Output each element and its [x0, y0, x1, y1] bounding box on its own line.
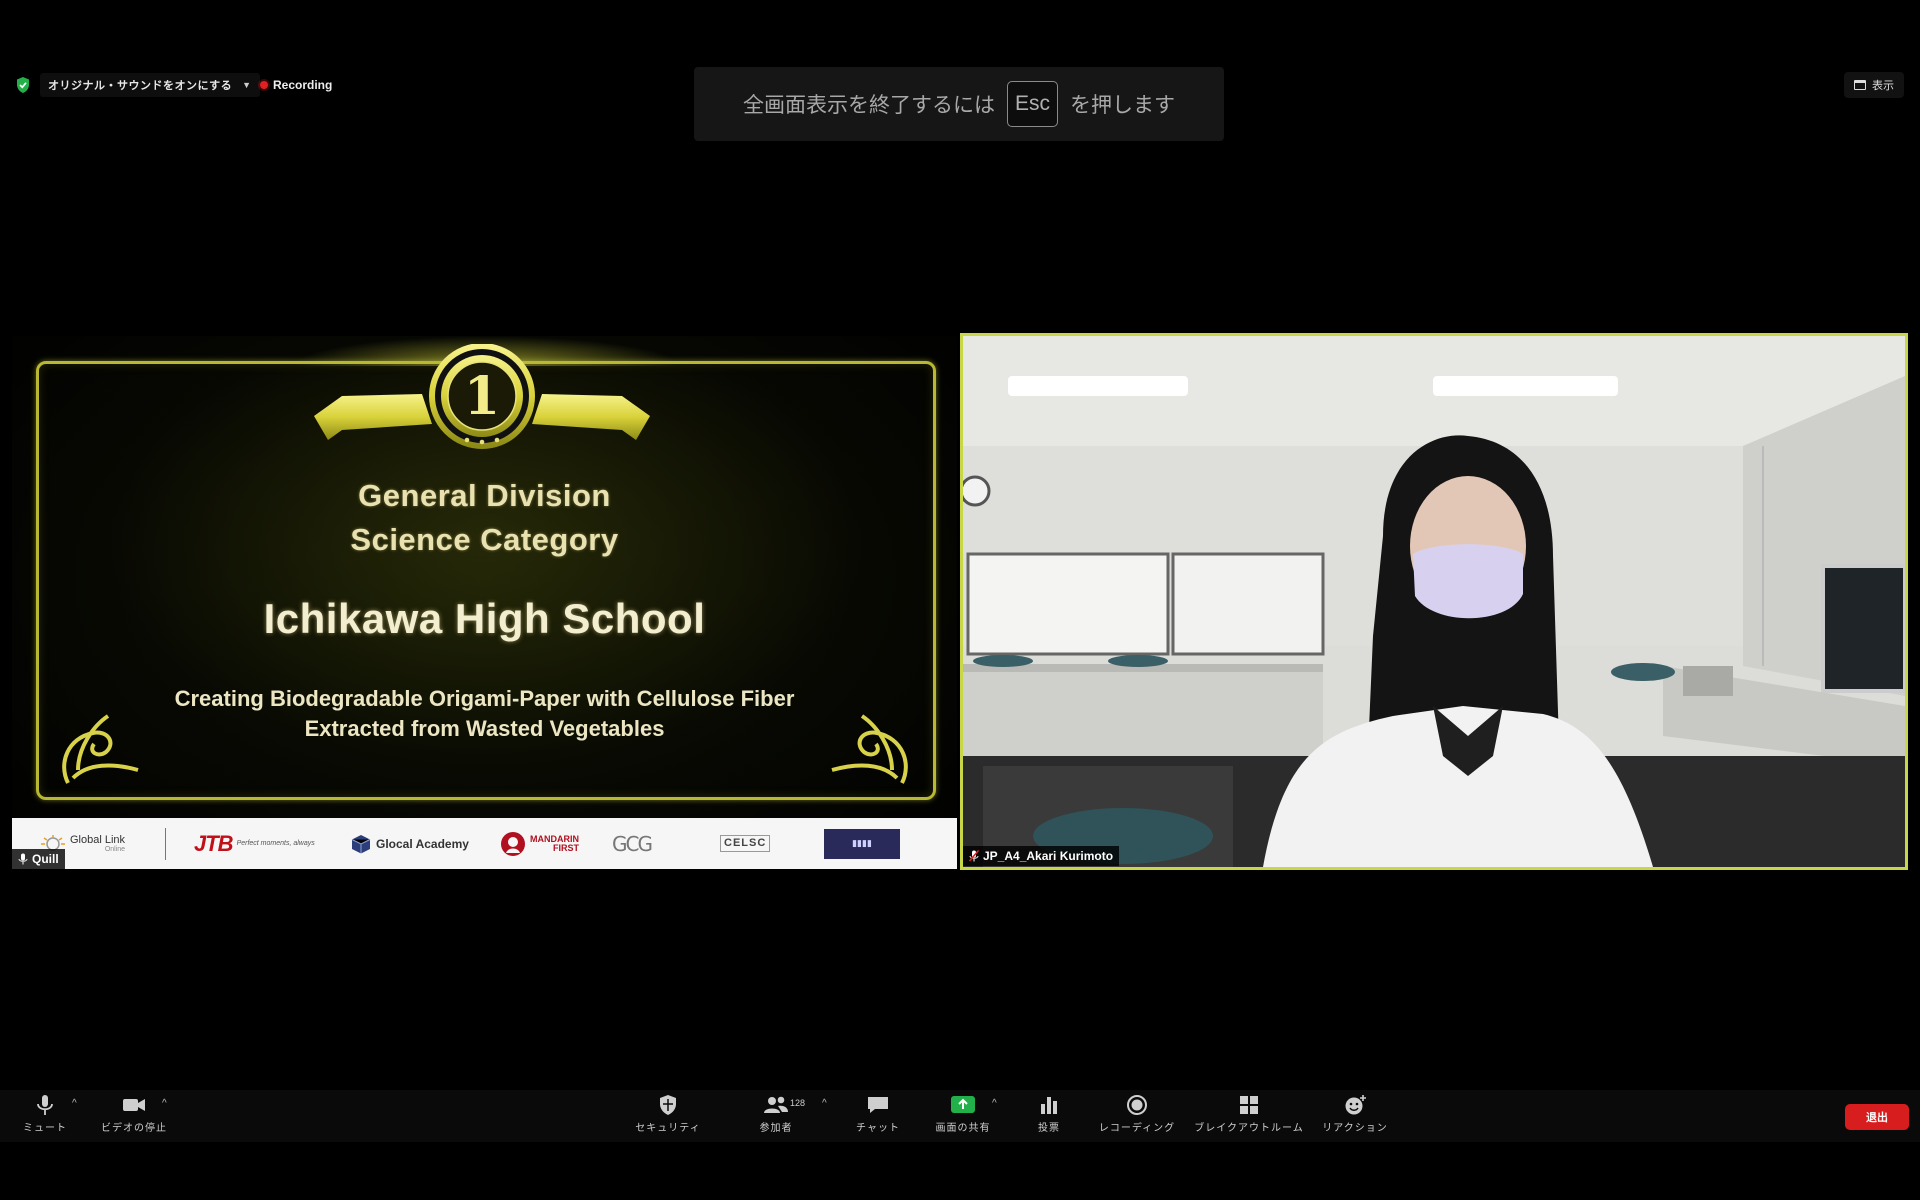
- view-button[interactable]: 表示: [1844, 72, 1904, 98]
- microphone-icon: [37, 1095, 53, 1115]
- sponsor-mandarin-first: MANDARIN FIRST: [500, 818, 579, 869]
- gcg-logo: GCG: [612, 831, 653, 856]
- leave-meeting-button[interactable]: 退出: [1845, 1104, 1909, 1130]
- view-layout-icon: [1854, 80, 1866, 90]
- shared-screen-tile[interactable]: 1 General Division Science Category Ichi…: [12, 336, 957, 869]
- sponsor-dark-logo: ▮▮▮▮: [824, 818, 900, 869]
- reactions-button[interactable]: リアクション: [1320, 1094, 1390, 1138]
- award-category: Science Category: [350, 522, 619, 557]
- recording-button[interactable]: レコーディング: [1096, 1094, 1178, 1138]
- sponsor-gcg: GCG: [612, 818, 653, 869]
- medal-number: 1: [464, 366, 500, 427]
- polls-label: 投票: [1038, 1123, 1060, 1134]
- award-school-name: Ichikawa High School: [263, 595, 706, 642]
- right-flourish-ornament-icon: [831, 714, 908, 784]
- participant-count: 128: [790, 1098, 806, 1108]
- sponsor-divider: [165, 828, 166, 860]
- microphone-muted-icon: [18, 853, 28, 865]
- notice-text-after: を押します: [1070, 94, 1175, 117]
- chat-bubble-icon: [868, 1097, 888, 1113]
- sponsor-celsc: CELSC: [720, 818, 771, 869]
- notice-text-before: 全画面表示を終了するには: [742, 94, 995, 117]
- celsc-logo: CELSC: [720, 835, 771, 852]
- award-division: General Division: [358, 478, 611, 513]
- glocal-cube-icon: [351, 834, 371, 853]
- participants-label: 参加者: [759, 1123, 793, 1134]
- participants-icon: [764, 1096, 788, 1113]
- mute-button[interactable]: ミュート: [20, 1094, 70, 1138]
- participant-video-tile[interactable]: JP_A4_Akari Kurimoto: [960, 333, 1908, 870]
- reaction-smiley-icon: [1345, 1095, 1366, 1115]
- first-place-medal-icon: 1: [314, 344, 650, 449]
- view-label: 表示: [1872, 80, 1894, 92]
- jtb-logo: JTB: [194, 830, 234, 856]
- participant-video-feed: [963, 336, 1905, 867]
- share-screen-label: 画面の共有: [935, 1123, 991, 1134]
- chat-label: チャット: [856, 1123, 900, 1134]
- share-screen-icon: [951, 1096, 975, 1113]
- reactions-label: リアクション: [1322, 1123, 1388, 1134]
- recording-dot-icon: [260, 81, 268, 89]
- security-shield-icon: [660, 1095, 676, 1115]
- share-options-chevron-icon[interactable]: ^: [992, 1098, 997, 1109]
- sponsor-jtb: JTB Perfect moments, always: [194, 818, 315, 869]
- fullscreen-exit-notice: 全画面表示を終了するには Esc を押します: [694, 67, 1224, 141]
- breakout-rooms-button[interactable]: ブレイクアウトルーム: [1192, 1094, 1306, 1138]
- recording-indicator[interactable]: Recording: [260, 73, 332, 97]
- encryption-shield-icon[interactable]: [15, 76, 31, 94]
- participant-name: JP_A4_Akari Kurimoto: [983, 849, 1114, 863]
- security-label: セキュリティ: [635, 1123, 701, 1134]
- chevron-down-icon[interactable]: ▼: [242, 80, 251, 90]
- video-camera-icon: [123, 1099, 145, 1111]
- global-link-sub: Online: [104, 845, 126, 853]
- participants-options-chevron-icon[interactable]: ^: [822, 1098, 827, 1109]
- participant-name-tag: JP_A4_Akari Kurimoto: [963, 846, 1120, 866]
- esc-key-badge: Esc: [1006, 81, 1058, 127]
- global-link-label: Global Link: [70, 833, 126, 846]
- stop-video-button[interactable]: ビデオの停止: [96, 1094, 172, 1138]
- recording-button-label: レコーディング: [1098, 1123, 1176, 1134]
- security-button[interactable]: セキュリティ: [630, 1094, 706, 1138]
- polls-button[interactable]: 投票: [1026, 1094, 1072, 1138]
- mute-label: ミュート: [23, 1123, 67, 1134]
- left-flourish-ornament-icon: [62, 714, 139, 784]
- mandarin-first-logo-icon: [501, 831, 525, 856]
- poll-chart-icon: [1041, 1097, 1057, 1114]
- breakout-rooms-icon: [1240, 1096, 1258, 1114]
- original-sound-label: オリジナル・サウンドをオンにする: [48, 80, 233, 92]
- chat-button[interactable]: チャット: [850, 1094, 906, 1138]
- presenter-name: Quill: [32, 852, 59, 866]
- mandarin-label-2: FIRST: [553, 842, 579, 853]
- sponsor-bar: Global Link Online JTB Perfect moments, …: [12, 818, 957, 869]
- award-project-title-line1: Creating Biodegradable Origami-Paper wit…: [174, 686, 795, 711]
- meeting-toolbar: ミュート ^ ビデオの停止 ^ セキュリティ 参加者 128 ^ チャット 画面…: [0, 1090, 1920, 1142]
- breakout-rooms-label: ブレイクアウトルーム: [1194, 1123, 1304, 1134]
- sponsor-glocal-academy: Glocal Academy: [350, 818, 469, 869]
- mute-options-chevron-icon[interactable]: ^: [72, 1098, 77, 1109]
- stop-video-label: ビデオの停止: [101, 1123, 167, 1134]
- video-options-chevron-icon[interactable]: ^: [162, 1098, 167, 1109]
- original-sound-toggle[interactable]: オリジナル・サウンドをオンにする ▼: [40, 73, 260, 97]
- award-project-title-line2: Extracted from Wasted Vegetables: [304, 716, 665, 741]
- share-screen-button[interactable]: 画面の共有: [930, 1094, 996, 1138]
- recording-label: Recording: [273, 78, 333, 92]
- presenter-name-tag: Quill: [12, 849, 65, 869]
- record-icon: [1127, 1095, 1147, 1115]
- sponsor-dark-badge-icon: ▮▮▮▮: [824, 828, 900, 859]
- jtb-tagline: Perfect moments, always: [236, 840, 315, 847]
- microphone-muted-icon: [969, 850, 979, 862]
- glocal-label: Glocal Academy: [376, 836, 469, 851]
